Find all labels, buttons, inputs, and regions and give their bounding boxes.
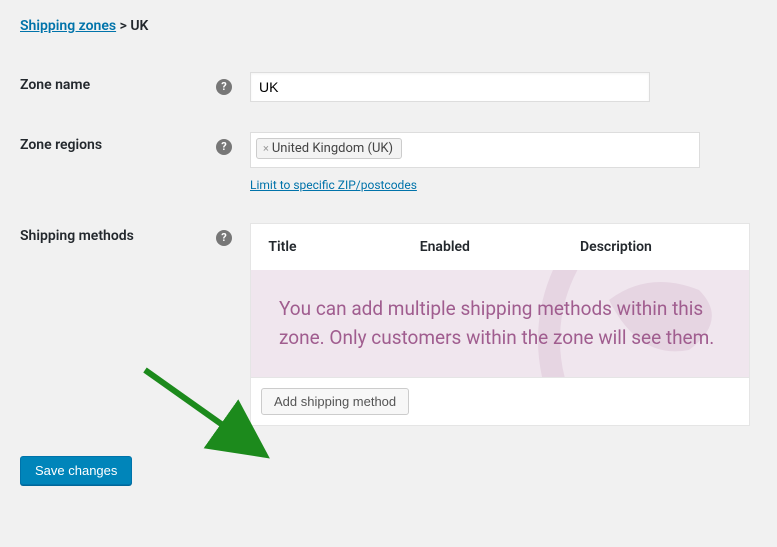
zone-name-input[interactable] bbox=[250, 72, 650, 102]
help-icon[interactable]: ? bbox=[216, 139, 232, 155]
breadcrumb-current: UK bbox=[130, 18, 148, 34]
shipping-methods-label: Shipping methods bbox=[20, 228, 134, 244]
region-tag[interactable]: ×United Kingdom (UK) bbox=[256, 138, 402, 159]
zone-name-label: Zone name bbox=[20, 77, 90, 93]
empty-methods-message: You can add multiple shipping methods wi… bbox=[279, 294, 721, 353]
add-shipping-method-button[interactable]: Add shipping method bbox=[261, 388, 409, 415]
breadcrumb-separator: > bbox=[120, 18, 131, 34]
help-icon[interactable]: ? bbox=[216, 79, 232, 95]
shipping-methods-table: Title Enabled Description bbox=[250, 223, 750, 426]
zone-regions-select[interactable]: ×United Kingdom (UK) bbox=[250, 132, 700, 168]
breadcrumb-parent-link[interactable]: Shipping zones bbox=[20, 18, 116, 34]
save-changes-button[interactable]: Save changes bbox=[20, 456, 132, 485]
region-tag-label: United Kingdom (UK) bbox=[272, 141, 393, 156]
col-enabled: Enabled bbox=[420, 224, 580, 271]
help-icon[interactable]: ? bbox=[216, 230, 232, 246]
limit-postcodes-link[interactable]: Limit to specific ZIP/postcodes bbox=[250, 178, 417, 192]
zone-regions-label: Zone regions bbox=[20, 137, 102, 153]
breadcrumb: Shipping zones > UK bbox=[20, 12, 757, 34]
remove-tag-icon[interactable]: × bbox=[263, 142, 269, 155]
col-title: Title bbox=[268, 224, 419, 271]
col-description: Description bbox=[580, 224, 749, 271]
